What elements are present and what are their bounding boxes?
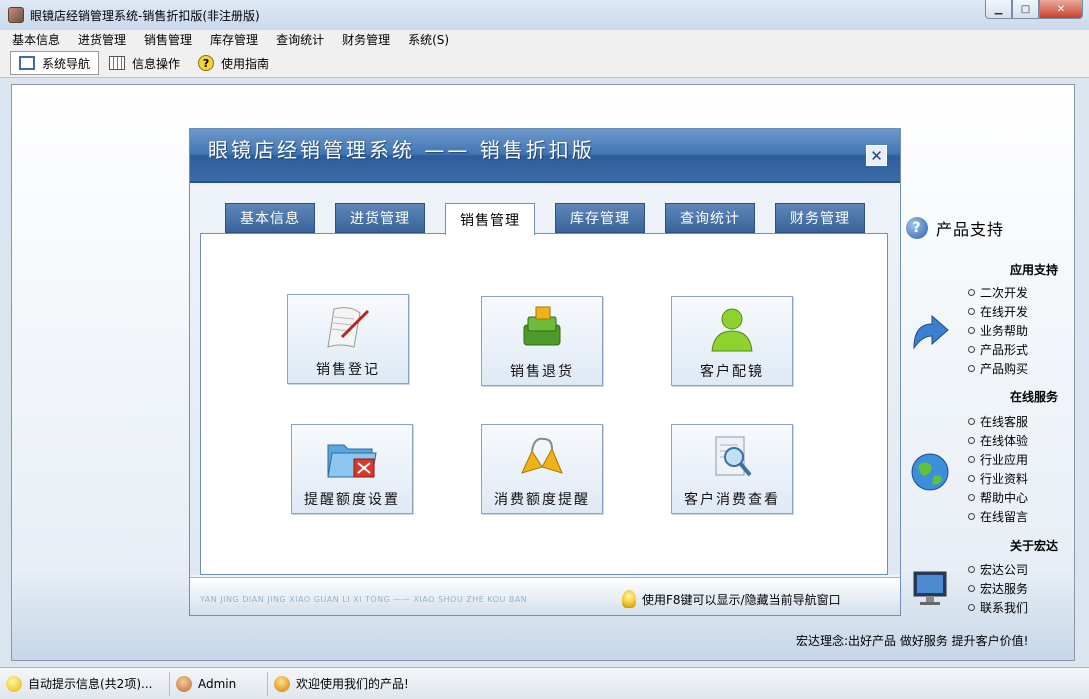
title-bar: 眼镜店经销管理系统-销售折扣版(非注册版) ▁ □ ✕ (0, 0, 1089, 30)
customer-spending-view-label: 客户消费查看 (684, 492, 780, 508)
user-icon (176, 675, 192, 692)
sofa-box-icon (523, 306, 561, 346)
app-icon (8, 7, 24, 23)
tab-basic-info[interactable]: 基本信息 (225, 203, 315, 233)
sales-return-label: 销售退货 (510, 364, 574, 380)
link-online-message[interactable]: 在线留言 (968, 507, 1028, 526)
status-tips[interactable]: 自动提示信息(共2项)... (0, 671, 170, 696)
footer-pinyin: YAN JING DIAN JING XIAO GUAN LI XI TONG … (200, 595, 528, 604)
status-tips-text: 自动提示信息(共2项)... (28, 677, 153, 691)
sales-register-label: 销售登记 (316, 362, 380, 378)
tab-query-stats[interactable]: 查询统计 (665, 203, 755, 233)
product-support-panel: ? 产品支持 应用支持 二次开发 在线开发 业务帮助 产品形式 产品购买 在线服… (906, 216, 1066, 616)
lightbulb-icon (6, 675, 22, 692)
question-icon: ? (906, 217, 928, 239)
footer-hint-text: 使用F8键可以显示/隐藏当前导航窗口 (642, 592, 841, 607)
arrow-icon (913, 314, 949, 350)
footer-hint: 使用F8键可以显示/隐藏当前导航窗口 (622, 590, 841, 608)
status-user: Admin (170, 671, 268, 696)
reminder-limit-settings-label: 提醒额度设置 (304, 492, 400, 508)
sales-return-button[interactable]: 销售退货 (481, 296, 603, 386)
app-support-list: 二次开发 在线开发 业务帮助 产品形式 产品购买 (968, 283, 1028, 378)
bells-icon (521, 437, 563, 474)
user-icon (711, 308, 753, 352)
link-online-trial[interactable]: 在线体验 (968, 431, 1028, 450)
customer-spending-view-button[interactable]: 客户消费查看 (671, 424, 793, 514)
link-industry-docs[interactable]: 行业资料 (968, 469, 1028, 488)
status-welcome: 欢迎使用我们的产品! (268, 672, 415, 696)
nav-header: 眼镜店经销管理系统 —— 销售折扣版 ✕ (190, 129, 900, 183)
link-product-purchase[interactable]: 产品购买 (968, 359, 1028, 378)
customer-glasses-button[interactable]: 客户配镜 (671, 296, 793, 386)
tab-purchase[interactable]: 进货管理 (335, 203, 425, 233)
monitor-icon (19, 56, 35, 70)
maximize-button[interactable]: □ (1012, 0, 1039, 19)
info-operation-label: 信息操作 (132, 56, 181, 71)
navigation-window: 眼镜店经销管理系统 —— 销售折扣版 ✕ 基本信息 进货管理 销售管理 库存管理… (189, 128, 901, 616)
about-list: 宏达公司 宏达服务 联系我们 (968, 560, 1028, 617)
document-pen-icon (327, 307, 370, 348)
link-secondary-dev[interactable]: 二次开发 (968, 283, 1028, 302)
tab-inventory[interactable]: 库存管理 (555, 203, 645, 233)
tab-sales[interactable]: 销售管理 (445, 203, 535, 235)
lightbulb-icon (622, 590, 636, 608)
nav-close-button[interactable]: ✕ (866, 145, 887, 166)
menu-basic-info[interactable]: 基本信息 (0, 31, 69, 48)
link-online-cs[interactable]: 在线客服 (968, 412, 1028, 431)
online-service-list: 在线客服 在线体验 行业应用 行业资料 帮助中心 在线留言 (968, 412, 1028, 526)
link-help-center[interactable]: 帮助中心 (968, 488, 1028, 507)
user-guide-label: 使用指南 (221, 56, 270, 71)
status-bar: 自动提示信息(共2项)... Admin 欢迎使用我们的产品! (0, 667, 1089, 699)
sales-register-button[interactable]: 销售登记 (287, 294, 409, 384)
welcome-icon (274, 675, 290, 692)
menu-bar: 基本信息 进货管理 销售管理 库存管理 查询统计 财务管理 系统(S) (0, 30, 1089, 49)
toolbar: 系统导航 信息操作 ? 使用指南 (0, 49, 1089, 78)
tab-finance[interactable]: 财务管理 (775, 203, 865, 233)
system-nav-label: 系统导航 (42, 56, 91, 71)
close-button[interactable]: ✕ (1039, 0, 1083, 19)
link-contact[interactable]: 联系我们 (968, 598, 1028, 617)
link-business-help[interactable]: 业务帮助 (968, 321, 1028, 340)
user-guide-button[interactable]: ? 使用指南 (190, 51, 277, 75)
minimize-button[interactable]: ▁ (985, 0, 1012, 19)
menu-query-stats[interactable]: 查询统计 (267, 31, 333, 48)
link-product-form[interactable]: 产品形式 (968, 340, 1028, 359)
spending-limit-reminder-label: 消费额度提醒 (494, 492, 590, 508)
magnifier-document-icon (715, 436, 752, 477)
group-head-online-service: 在线服务 (1009, 390, 1058, 404)
support-title: ? 产品支持 (906, 216, 1004, 240)
folder-tools-icon (327, 444, 377, 478)
menu-finance[interactable]: 财务管理 (333, 31, 399, 48)
customer-glasses-label: 客户配镜 (700, 364, 764, 380)
globe-icon (911, 453, 949, 491)
nav-footer: YAN JING DIAN JING XIAO GUAN LI XI TONG … (190, 577, 900, 615)
menu-sales[interactable]: 销售管理 (135, 31, 201, 48)
system-nav-button[interactable]: 系统导航 (10, 51, 100, 75)
link-online-dev[interactable]: 在线开发 (968, 302, 1028, 321)
company-motto: 宏达理念:出好产品 做好服务 提升客户价值! (796, 634, 1029, 648)
nav-title: 眼镜店经销管理系统 —— 销售折扣版 (208, 138, 595, 162)
support-title-text: 产品支持 (936, 220, 1005, 239)
info-operation-button[interactable]: 信息操作 (101, 51, 188, 75)
link-industry-apps[interactable]: 行业应用 (968, 450, 1028, 469)
spending-limit-reminder-button[interactable]: 消费额度提醒 (481, 424, 603, 514)
function-panel: 销售登记 销售退货 客户配镜 提醒额度设置 消费额度提醒 客户消费查看 (200, 233, 888, 575)
link-services[interactable]: 宏达服务 (968, 579, 1028, 598)
menu-purchase[interactable]: 进货管理 (69, 31, 135, 48)
status-welcome-text: 欢迎使用我们的产品! (296, 677, 409, 691)
link-company[interactable]: 宏达公司 (968, 560, 1028, 579)
help-icon: ? (198, 55, 215, 71)
monitor-icon (913, 571, 947, 605)
status-user-text: Admin (198, 676, 237, 691)
group-head-app-support: 应用支持 (1009, 263, 1058, 277)
reminder-limit-settings-button[interactable]: 提醒额度设置 (291, 424, 413, 514)
window-title: 眼镜店经销管理系统-销售折扣版(非注册版) (30, 8, 260, 23)
menu-inventory[interactable]: 库存管理 (201, 31, 267, 48)
grid-icon (109, 56, 126, 70)
group-head-about: 关于宏达 (1009, 539, 1058, 553)
menu-system[interactable]: 系统(S) (399, 31, 458, 48)
